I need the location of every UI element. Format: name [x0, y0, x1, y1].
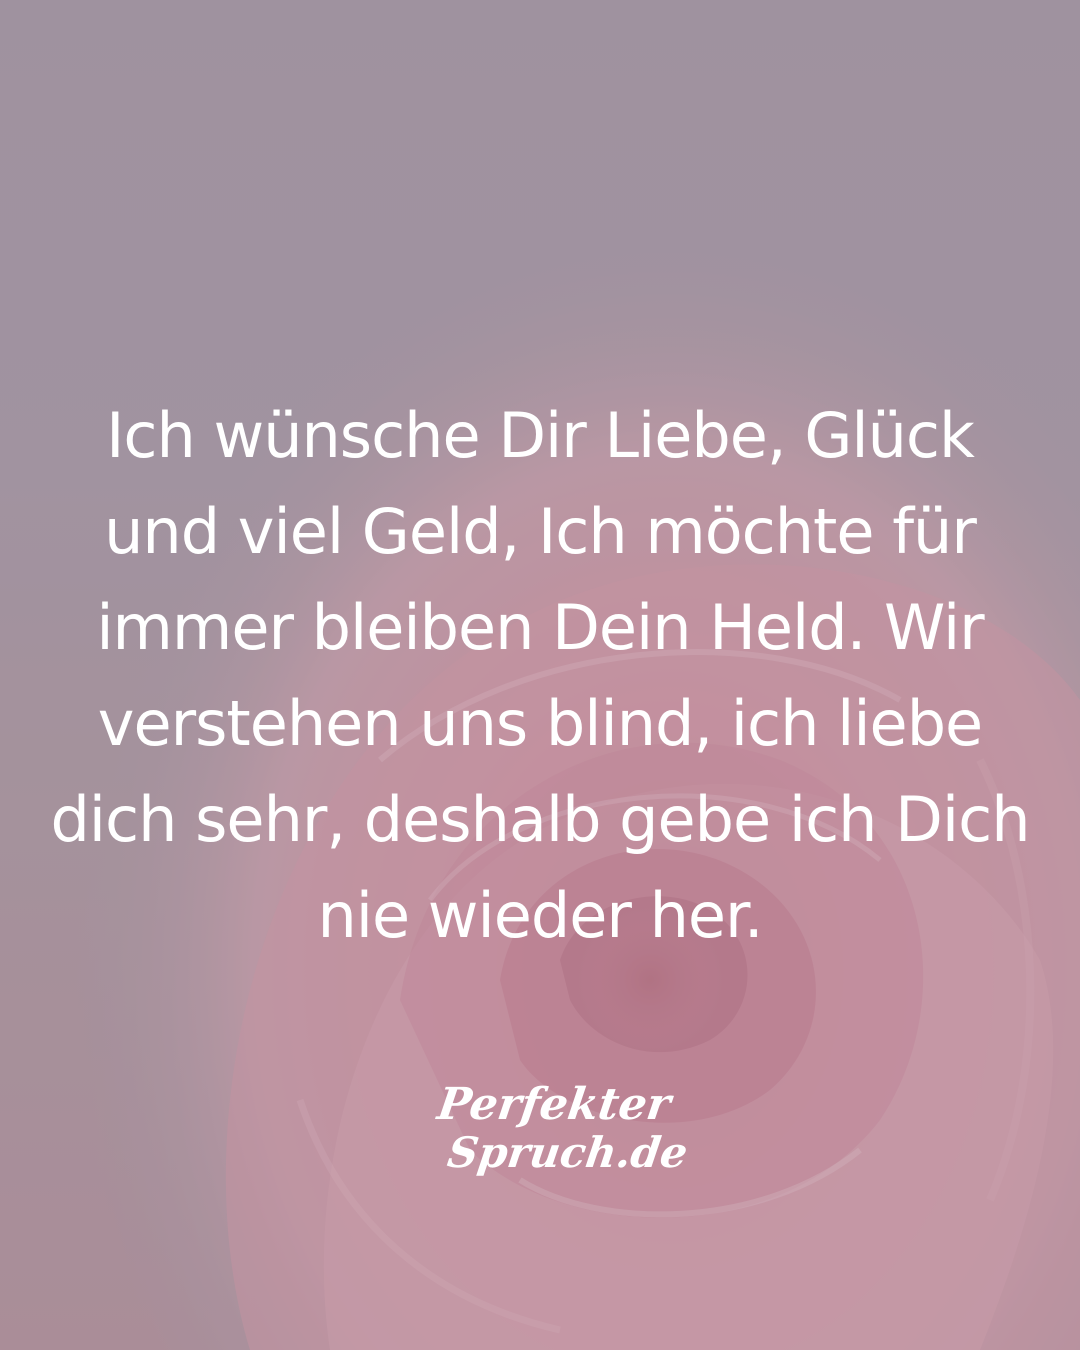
- quote-text: Ich wünsche Dir Liebe, Glück und viel Ge…: [50, 399, 1030, 952]
- quote-card: Ich wünsche Dir Liebe, Glück und viel Ge…: [0, 0, 1080, 1350]
- logo-line-1: Perfekter: [434, 1079, 674, 1130]
- logo-line-2: Spruch.de: [444, 1128, 691, 1177]
- brand-logo: Perfekter Spruch.de: [430, 1072, 690, 1192]
